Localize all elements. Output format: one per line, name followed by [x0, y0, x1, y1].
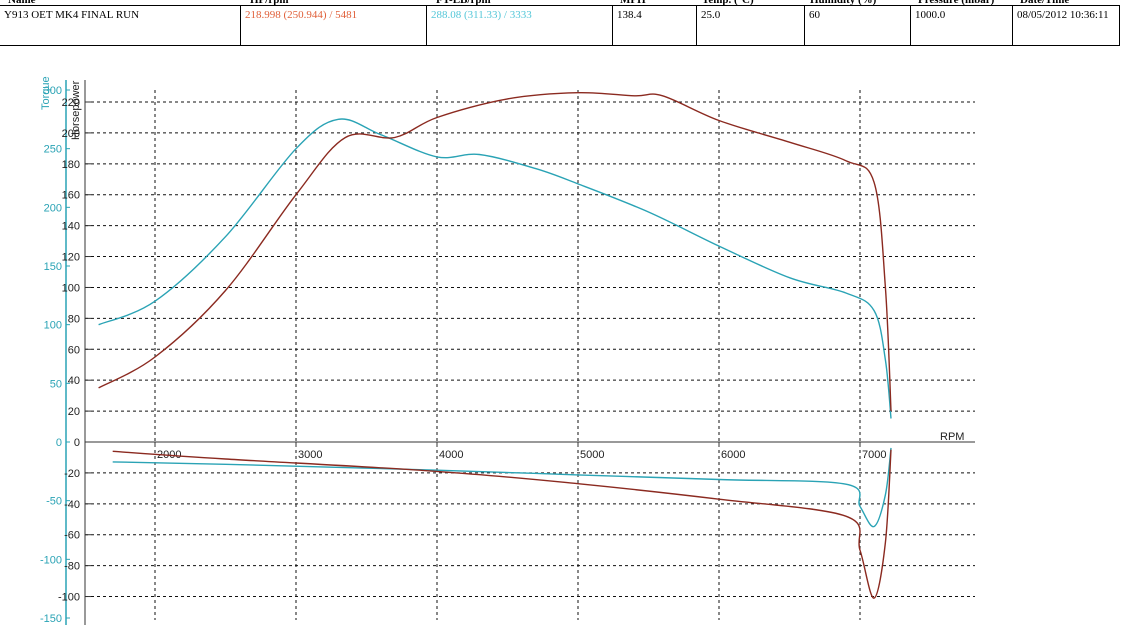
torque-tick-label: 150	[44, 261, 62, 273]
hp-tick-label: 40	[68, 375, 80, 387]
hp-tick-label: 140	[62, 221, 80, 233]
x-tick-label: 3000	[298, 449, 322, 461]
hp-tick-label: 120	[62, 252, 80, 264]
torque-tick-label: -50	[46, 496, 62, 508]
dyno-chart: 2000 3000 4000 5000 6000 7000 RPM -100 -80 -60 -40…	[0, 60, 1136, 640]
hp-tick-label: 0	[74, 437, 80, 449]
x-tick-label: 5000	[580, 449, 604, 461]
hp-tick-label: 160	[62, 190, 80, 202]
torque-tick-label: -100	[40, 554, 62, 566]
hp-tick-label: -60	[64, 530, 80, 542]
horsepower-axis-label: Horsepower	[70, 80, 82, 140]
temp-value: 25.0	[696, 6, 804, 46]
hp-tick-label: -100	[58, 592, 80, 604]
torque-tick-label: 50	[50, 378, 62, 390]
hp-tick-label: 60	[68, 344, 80, 356]
torque-tick-label: 200	[44, 202, 62, 214]
torque-tick-label: 250	[44, 144, 62, 156]
hp-tick-label: 100	[62, 282, 80, 294]
hp-tick-label: -20	[64, 468, 80, 480]
hp-tick-label: 180	[62, 159, 80, 171]
mph-value: 138.4	[612, 6, 696, 46]
x-tick-label: 6000	[721, 449, 745, 461]
torque-tick-label: 100	[44, 320, 62, 332]
run-name: Y913 OET MK4 FINAL RUN	[0, 6, 240, 46]
x-tick-label: 7000	[862, 449, 886, 461]
table-row: Y913 OET MK4 FINAL RUN 218.998 (250.944)…	[0, 6, 1120, 46]
pressure-value: 1000.0	[910, 6, 1012, 46]
hp-value: 218.998 (250.944) / 5481	[240, 6, 426, 46]
series-line-1	[98, 91, 892, 412]
x-axis-label: RPM	[940, 431, 964, 443]
header-table: Name HP/rpm FT-LB/rpm MPH Temp. (°C) Hum…	[0, 0, 1136, 46]
dyno-chart-svg: 2000 3000 4000 5000 6000 7000RPM-100-80-60-40…	[40, 76, 975, 625]
hp-tick-label: 80	[68, 313, 80, 325]
ftlb-value: 288.08 (311.33) / 3333	[426, 6, 612, 46]
x-tick-label: 4000	[439, 449, 463, 461]
torque-axis-label: Torque	[40, 76, 52, 110]
torque-tick-label: -150	[40, 613, 62, 625]
hp-tick-label: -80	[64, 561, 80, 573]
humidity-value: 60	[804, 6, 910, 46]
hp-tick-label: 20	[68, 406, 80, 418]
torque-tick-label: 0	[56, 437, 62, 449]
datetime-value: 08/05/2012 10:36:11	[1012, 6, 1120, 46]
